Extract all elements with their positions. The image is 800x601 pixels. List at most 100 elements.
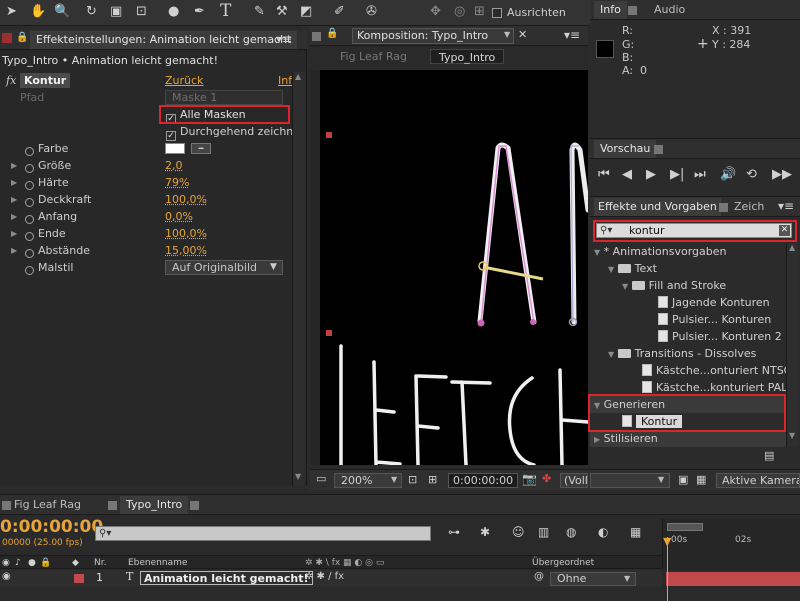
- zoom-tool-icon[interactable]: 🔍: [54, 4, 70, 19]
- color-swatch[interactable]: [165, 143, 185, 154]
- tab-close-icon[interactable]: [108, 501, 117, 510]
- pfad-dropdown[interactable]: Maske 1: [165, 90, 283, 105]
- stopwatch-icon[interactable]: [25, 215, 34, 224]
- camera-tool-icon[interactable]: ▣: [110, 4, 122, 19]
- eyedropper-icon[interactable]: ━: [191, 143, 211, 154]
- last-frame-icon[interactable]: ⏭: [694, 167, 706, 182]
- info-link[interactable]: Inf: [278, 72, 292, 89]
- tree-item[interactable]: ▼ Text: [608, 260, 657, 277]
- text-tool-icon[interactable]: T: [220, 1, 231, 21]
- first-frame-icon[interactable]: ⏮: [598, 167, 610, 182]
- property-value[interactable]: 0,0%: [165, 208, 193, 225]
- layer-handle-marker[interactable]: [326, 132, 332, 138]
- prev-frame-icon[interactable]: ◀: [622, 167, 632, 182]
- time-ruler[interactable]: 00s 02s ▼: [662, 519, 800, 570]
- tab-effekteinstellungen[interactable]: Effekteinstellungen: Animation leicht ge…: [30, 31, 298, 49]
- tab-audio[interactable]: Audio: [648, 1, 691, 19]
- axis-view-icon[interactable]: ⊞: [474, 4, 485, 19]
- region-icon[interactable]: ▣: [678, 473, 688, 486]
- chevron-down-icon[interactable]: ▼: [504, 30, 510, 39]
- layer-name[interactable]: Animation leicht gemacht!: [140, 571, 313, 585]
- audio-icon[interactable]: ♪: [15, 556, 21, 570]
- comp-timecode[interactable]: 0:00:00:00: [448, 473, 518, 488]
- expand-triangle-icon[interactable]: ▶: [11, 157, 17, 174]
- lock-icon[interactable]: 🔒: [16, 32, 28, 43]
- scroll-up-icon[interactable]: ▲: [295, 72, 301, 81]
- tab-info[interactable]: Info: [594, 1, 627, 19]
- tab-close-icon[interactable]: [628, 6, 637, 15]
- tree-item[interactable]: ▼ * Animationsvorgaben: [594, 243, 726, 260]
- layer-switches[interactable]: ✲ ✱ / fx: [305, 571, 344, 582]
- puppet-pin-icon[interactable]: ✇: [366, 4, 377, 19]
- comp-canvas[interactable]: [310, 70, 588, 465]
- stopwatch-icon[interactable]: [25, 164, 34, 173]
- stopwatch-icon[interactable]: [25, 249, 34, 258]
- eraser-tool-icon[interactable]: ◩: [300, 4, 312, 19]
- property-value[interactable]: 15,00%: [165, 242, 207, 259]
- chevron-down-icon[interactable]: ▼: [624, 574, 630, 583]
- panel-menu-icon[interactable]: ▾≡: [778, 199, 794, 213]
- tab-komposition[interactable]: Komposition: Typo_Intro: [352, 28, 514, 44]
- channel-icon[interactable]: ✤: [542, 472, 551, 485]
- fit-icon[interactable]: ⊡: [408, 473, 417, 486]
- solo-icon[interactable]: ●: [28, 556, 36, 570]
- pen-tool-icon[interactable]: ✒: [194, 4, 205, 19]
- tab-close-icon[interactable]: ✕: [518, 28, 527, 41]
- property-value[interactable]: 100,0%: [165, 191, 207, 208]
- chevron-down-icon[interactable]: ▼: [391, 475, 397, 484]
- loop-icon[interactable]: ⟲: [746, 167, 757, 182]
- scroll-up-icon[interactable]: ▲: [789, 243, 795, 252]
- tab-typo-intro[interactable]: Typo_Intro: [120, 496, 189, 514]
- lock-icon[interactable]: 🔒: [326, 28, 338, 39]
- comp-viewer[interactable]: [320, 70, 588, 465]
- stopwatch-icon[interactable]: [25, 266, 34, 275]
- chevron-down-icon[interactable]: ▼: [658, 475, 664, 484]
- expand-triangle-icon[interactable]: ▶: [11, 225, 17, 242]
- grid-icon[interactable]: ⊞: [428, 473, 437, 486]
- pickwhip-icon[interactable]: @: [534, 571, 544, 582]
- expand-triangle-icon[interactable]: ▼: [622, 282, 628, 291]
- motion-blur-icon[interactable]: ◍: [566, 525, 576, 539]
- crumb-typo-intro[interactable]: Typo_Intro: [430, 49, 505, 64]
- expand-triangle-icon[interactable]: ▶: [11, 191, 17, 208]
- stopwatch-icon[interactable]: [25, 181, 34, 190]
- tab-zeichen[interactable]: Zeich: [734, 198, 764, 216]
- tree-item[interactable]: Jagende Konturen: [658, 294, 770, 311]
- scroll-down-icon[interactable]: ▼: [789, 431, 795, 440]
- transparency-icon[interactable]: ▦: [696, 473, 706, 486]
- next-frame-icon[interactable]: ▶|: [670, 167, 684, 182]
- malstil-dropdown[interactable]: Auf Originalbild: [165, 260, 283, 275]
- lock-icon[interactable]: 🔒: [40, 556, 51, 570]
- panel-menu-icon[interactable]: ▾≡: [276, 32, 292, 46]
- tab-close-icon[interactable]: [190, 501, 199, 510]
- camera-dropdown[interactable]: Aktive Kamera: [716, 473, 800, 488]
- stopwatch-icon[interactable]: [25, 232, 34, 241]
- fx-icon[interactable]: fx: [6, 72, 16, 89]
- tab-close-icon[interactable]: [719, 203, 728, 212]
- effect-scrollbar[interactable]: ▲ ▼: [292, 72, 305, 486]
- effect-header-row[interactable]: fx Kontur Zurück Inf: [0, 72, 292, 89]
- play-icon[interactable]: ▶: [646, 167, 656, 182]
- pan-behind-tool-icon[interactable]: ⊡: [136, 4, 147, 19]
- tree-item[interactable]: Pulsier... Konturen 2: [658, 328, 782, 345]
- search-icon[interactable]: ⚲▾: [99, 527, 111, 540]
- expand-triangle-icon[interactable]: ▼: [594, 248, 600, 257]
- reset-link[interactable]: Zurück: [165, 72, 203, 89]
- new-folder-icon[interactable]: ▤: [764, 449, 774, 462]
- panel-close-icon[interactable]: [2, 501, 11, 510]
- comp-flowchart-icon[interactable]: ⊶: [448, 525, 460, 539]
- tab-effekte-vorgaben[interactable]: Effekte und Vorgaben: [594, 198, 721, 216]
- hand-tool-icon[interactable]: ✋: [30, 4, 46, 19]
- layer-duration-bar[interactable]: [666, 572, 800, 586]
- axis-icon[interactable]: ✥: [430, 4, 441, 19]
- label-color-swatch[interactable]: [74, 574, 84, 583]
- crumb-fig-leaf-rag[interactable]: Fig Leaf Rag: [340, 50, 407, 63]
- timeline-search-input[interactable]: ⚲▾: [95, 526, 431, 541]
- expand-triangle-icon[interactable]: ▶: [594, 435, 600, 444]
- property-value[interactable]: 100,0%: [165, 225, 207, 242]
- ellipse-tool-icon[interactable]: ●: [168, 4, 179, 19]
- always-preview-icon[interactable]: ▭: [316, 472, 326, 485]
- visibility-icon[interactable]: ◉: [2, 571, 11, 582]
- expand-triangle-icon[interactable]: ▼: [608, 265, 614, 274]
- rotate-tool-icon[interactable]: ↻: [86, 4, 97, 19]
